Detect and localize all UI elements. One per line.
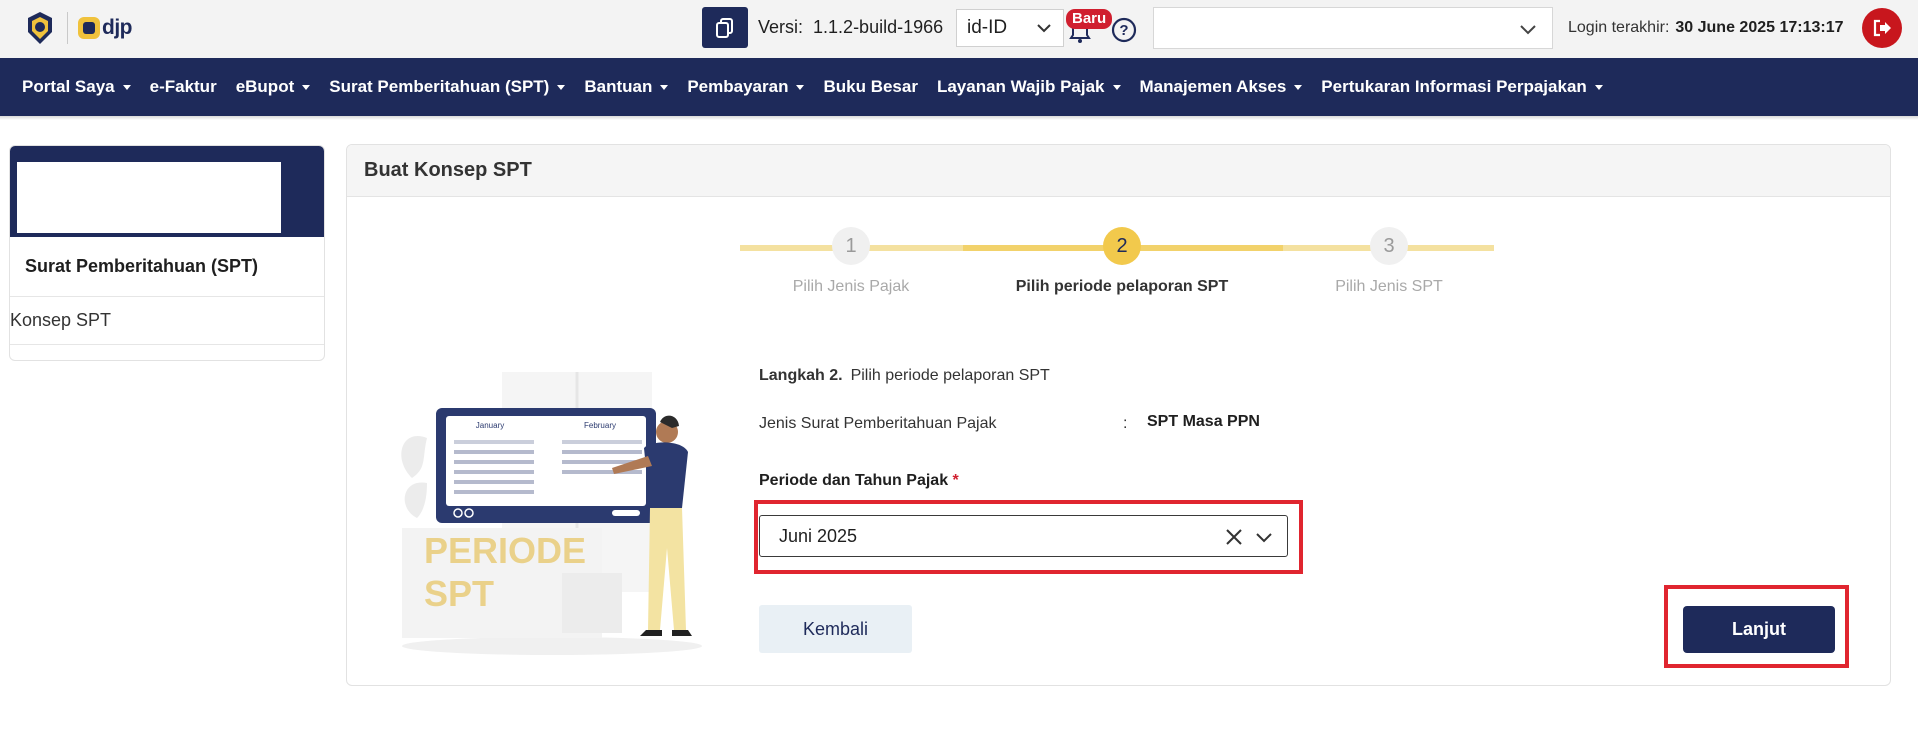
- step-1-label: Pilih Jenis Pajak: [792, 278, 910, 295]
- step-3-circle: 3: [1370, 227, 1408, 265]
- step-1-circle: 1: [832, 227, 870, 265]
- logout-button[interactable]: [1862, 8, 1902, 48]
- nav-ebupot[interactable]: eBupot: [236, 77, 311, 97]
- top-bar: djp Versi: 1.1.2-build-1966 id-ID Baru ? …: [0, 0, 1918, 58]
- periode-select[interactable]: Juni 2025: [759, 515, 1288, 557]
- logout-icon: [1873, 19, 1891, 37]
- periode-select-value: Juni 2025: [779, 525, 858, 546]
- illustration-month-january: January: [476, 421, 504, 430]
- step-3-label: Pilih Jenis SPT: [1335, 278, 1443, 295]
- nav-label: eBupot: [235, 77, 295, 96]
- nav-manajemen-akses[interactable]: Manajemen Akses: [1140, 77, 1303, 97]
- language-value: id-ID: [967, 17, 1008, 38]
- djp-logo[interactable]: djp: [78, 14, 133, 42]
- step-prefix: Langkah 2.: [759, 367, 843, 384]
- caret-down-icon: [796, 84, 805, 90]
- jenis-spt-value: SPT Masa PPN: [1147, 413, 1260, 430]
- logo-divider: [67, 12, 68, 44]
- nav-label: Bantuan: [584, 77, 653, 96]
- sidebar: Surat Pemberitahuan (SPT) Konsep SPT: [9, 145, 325, 361]
- caret-down-icon: [302, 84, 311, 90]
- periode-label: Periode dan Tahun Pajak *: [759, 472, 959, 490]
- nav-label: Pembayaran: [687, 77, 789, 96]
- step-description: Langkah 2. Pilih periode pelaporan SPT: [759, 367, 1050, 385]
- required-marker: *: [952, 472, 959, 489]
- nav-label: Layanan Wajib Pajak: [936, 77, 1105, 96]
- caret-down-icon: [1112, 84, 1121, 90]
- version-value: 1.1.2-build-1966: [813, 17, 944, 37]
- sidebar-header: [10, 146, 324, 237]
- last-login-value: 30 June 2025 17:13:17: [1675, 19, 1844, 36]
- step-text: Pilih periode pelaporan SPT: [850, 367, 1050, 384]
- back-button[interactable]: Kembali: [759, 605, 912, 653]
- nav-label: Surat Pemberitahuan (SPT): [329, 77, 550, 96]
- caret-down-icon: [1294, 84, 1303, 90]
- nav-pertukaran-informasi[interactable]: Pertukaran Informasi Perpajakan: [1321, 77, 1603, 97]
- copy-button[interactable]: [702, 7, 748, 48]
- sidebar-item-konsep-spt[interactable]: Konsep SPT: [10, 297, 324, 345]
- nav-label: Pertukaran Informasi Perpajakan: [1321, 77, 1587, 96]
- periode-spt-illustration: January February PERIODE SPT: [401, 372, 702, 655]
- chevron-down-icon[interactable]: [1255, 528, 1273, 546]
- profile-select[interactable]: [1153, 7, 1553, 49]
- copy-icon: [716, 17, 733, 38]
- main-nav: Portal Saya e-Faktur eBupot Surat Pember…: [0, 58, 1918, 116]
- caret-down-icon: [660, 84, 669, 90]
- sidebar-profile-panel: [17, 162, 281, 233]
- jenis-spt-label: Jenis Surat Pemberitahuan Pajak: [759, 415, 997, 432]
- nav-buku-besar[interactable]: Buku Besar: [823, 77, 917, 97]
- nav-label: Buku Besar: [823, 77, 918, 96]
- chevron-down-icon: [1520, 25, 1536, 35]
- nav-e-faktur[interactable]: e-Faktur: [150, 77, 217, 97]
- nav-label: Portal Saya: [22, 77, 115, 96]
- next-button[interactable]: Lanjut: [1683, 606, 1835, 653]
- nav-portal-saya[interactable]: Portal Saya: [22, 77, 131, 97]
- illustration-title-periode: PERIODE: [424, 530, 586, 571]
- caret-down-icon: [557, 84, 566, 90]
- periode-label-text: Periode dan Tahun Pajak: [759, 472, 949, 489]
- caret-down-icon: [1594, 84, 1603, 90]
- jenis-spt-colon: :: [1123, 415, 1128, 432]
- card-title: Buat Konsep SPT: [347, 145, 1890, 197]
- step-2-circle: 2: [1103, 227, 1141, 265]
- version-info: Versi: 1.1.2-build-1966: [758, 17, 943, 38]
- chevron-down-icon: [1037, 24, 1051, 33]
- clear-icon[interactable]: [1225, 528, 1243, 546]
- nav-label: e-Faktur: [149, 77, 217, 96]
- djp-logo-mark-icon: [78, 17, 100, 39]
- last-login-label: Login terakhir:: [1568, 19, 1670, 36]
- language-select[interactable]: id-ID: [956, 9, 1064, 47]
- nav-layanan-wajib-pajak[interactable]: Layanan Wajib Pajak: [937, 77, 1121, 97]
- svg-text:?: ?: [1119, 22, 1128, 39]
- nav-bantuan[interactable]: Bantuan: [584, 77, 669, 97]
- nav-shadow: [0, 116, 1918, 120]
- notification-badge: Baru: [1066, 9, 1113, 29]
- last-login-info: Login terakhir: 30 June 2025 17:13:17: [1568, 19, 1844, 37]
- version-label: Versi:: [758, 17, 804, 37]
- step-2-label: Pilih periode pelaporan SPT: [1015, 278, 1229, 295]
- nav-label: Manajemen Akses: [1139, 77, 1287, 96]
- help-icon[interactable]: ?: [1111, 17, 1137, 43]
- illustration-title-spt: SPT: [424, 573, 494, 614]
- caret-down-icon: [122, 84, 131, 90]
- nav-spt[interactable]: Surat Pemberitahuan (SPT): [329, 77, 566, 97]
- ministry-emblem-icon: [28, 12, 52, 44]
- sidebar-title: Surat Pemberitahuan (SPT): [10, 237, 324, 297]
- illustration-month-february: February: [584, 421, 616, 430]
- djp-logo-text: djp: [102, 16, 133, 39]
- nav-pembayaran[interactable]: Pembayaran: [687, 77, 805, 97]
